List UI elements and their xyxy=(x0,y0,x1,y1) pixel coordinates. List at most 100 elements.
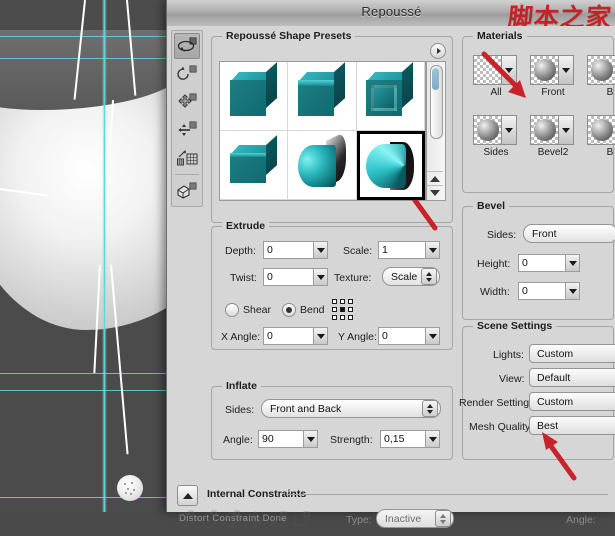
material-swatch-all[interactable] xyxy=(473,55,517,85)
depth-input[interactable] xyxy=(263,241,313,259)
bevel-group: Bevel Sides: Front Height: Width: xyxy=(462,200,615,320)
presets-flyout-menu-icon[interactable] xyxy=(430,43,446,59)
preset-item-5[interactable] xyxy=(288,131,357,200)
preset-scroll-down-icon[interactable] xyxy=(427,185,443,200)
anchor-point-widget[interactable] xyxy=(332,299,354,321)
internal-constraints-collapse-icon[interactable] xyxy=(177,485,198,506)
material-dropdown-all-icon[interactable] xyxy=(502,56,516,84)
x-angle-input[interactable] xyxy=(263,327,313,345)
material-swatch-sides[interactable] xyxy=(473,115,517,145)
material-thumb-sides[interactable] xyxy=(474,116,502,144)
bend-radio-dot-icon[interactable] xyxy=(282,303,296,317)
preset-item-2[interactable] xyxy=(288,62,357,131)
preset-scroll-up-icon[interactable] xyxy=(427,171,443,186)
preset-item-4[interactable] xyxy=(220,131,289,200)
shear-radio-dot-icon[interactable] xyxy=(225,303,239,317)
material-thumb-back[interactable] xyxy=(588,116,615,144)
scale-field[interactable] xyxy=(378,241,440,259)
preset-scrollbar-thumb[interactable] xyxy=(430,65,443,139)
constraint-scale-icon[interactable] xyxy=(269,509,289,529)
lights-label: Lights: xyxy=(493,349,524,361)
bevel-width-stepper-icon[interactable] xyxy=(565,282,580,300)
view-button[interactable]: Default xyxy=(529,368,615,387)
preset-item-1[interactable] xyxy=(220,62,289,131)
slide-mesh-tool-icon[interactable] xyxy=(174,117,200,143)
material-label-sides: Sides xyxy=(483,147,509,158)
material-item-all[interactable]: All xyxy=(473,55,519,98)
render-settings-button[interactable]: Custom xyxy=(529,392,615,411)
constraint-transform-icon[interactable] xyxy=(292,509,312,529)
material-item-bevel1[interactable]: B xyxy=(587,55,615,98)
inflate-sides-popup[interactable]: Front and Back xyxy=(261,399,441,418)
material-thumb-front[interactable] xyxy=(531,56,559,84)
material-item-back[interactable]: B xyxy=(587,115,615,158)
view-label: View: xyxy=(499,373,525,385)
y-angle-stepper-icon[interactable] xyxy=(425,327,440,345)
y-angle-field[interactable] xyxy=(378,327,440,345)
material-thumb-bevel2[interactable] xyxy=(531,116,559,144)
constraint-rotate-icon[interactable] xyxy=(223,509,243,529)
lights-button[interactable]: Custom xyxy=(529,344,615,363)
material-item-sides[interactable]: Sides xyxy=(473,115,519,158)
pan-mesh-tool-icon[interactable] xyxy=(174,89,200,115)
material-swatch-back[interactable] xyxy=(587,115,615,145)
dialog-titlebar[interactable]: Repoussé 脚本之家 www.jb51.net xyxy=(167,0,615,27)
constraint-type-arrows-icon[interactable] xyxy=(435,510,451,527)
scale-stepper-icon[interactable] xyxy=(425,241,440,259)
bevel-height-field[interactable] xyxy=(518,254,580,272)
inflate-angle-field[interactable] xyxy=(258,430,318,448)
mesh-quality-button[interactable]: Best xyxy=(529,416,615,435)
bevel-height-input[interactable] xyxy=(518,254,565,272)
y-angle-input[interactable] xyxy=(378,327,425,345)
twist-stepper-icon[interactable] xyxy=(313,268,328,286)
render-settings-label: Render Settings: xyxy=(459,397,538,409)
inflate-angle-stepper-icon[interactable] xyxy=(303,430,318,448)
inflate-strength-input[interactable] xyxy=(380,430,425,448)
constraint-move-icon[interactable] xyxy=(246,509,266,529)
constraint-drag-icon[interactable] xyxy=(200,509,220,529)
inflate-strength-field[interactable] xyxy=(380,430,440,448)
material-swatch-front[interactable] xyxy=(530,55,574,85)
material-item-bevel2[interactable]: Bevel2 xyxy=(530,115,576,158)
material-dropdown-bevel2-icon[interactable] xyxy=(559,116,573,144)
depth-stepper-icon[interactable] xyxy=(313,241,328,259)
roll-mesh-tool-icon[interactable] xyxy=(174,61,200,87)
material-dropdown-front-icon[interactable] xyxy=(559,56,573,84)
bevel-width-field[interactable] xyxy=(518,282,580,300)
bevel-height-stepper-icon[interactable] xyxy=(565,254,580,272)
materials-title: Materials xyxy=(473,30,527,42)
twist-field[interactable] xyxy=(263,268,328,286)
guide-vertical xyxy=(104,0,105,512)
material-dropdown-sides-icon[interactable] xyxy=(502,116,516,144)
texture-popup[interactable]: Scale xyxy=(382,267,440,286)
bend-radio[interactable]: Bend xyxy=(282,303,325,317)
preset-item-3[interactable] xyxy=(356,62,425,131)
x-angle-field[interactable] xyxy=(263,327,328,345)
bend-label: Bend xyxy=(300,304,325,316)
constraint-select-icon[interactable] xyxy=(177,509,197,529)
scene-settings-title: Scene Settings xyxy=(473,320,557,332)
depth-field[interactable] xyxy=(263,241,328,259)
bevel-width-input[interactable] xyxy=(518,282,565,300)
x-angle-stepper-icon[interactable] xyxy=(313,327,328,345)
texture-popup-arrows-icon[interactable] xyxy=(421,268,437,285)
scale-input[interactable] xyxy=(378,241,425,259)
twist-input[interactable] xyxy=(263,268,313,286)
material-item-front[interactable]: Front xyxy=(530,55,576,98)
shear-radio[interactable]: Shear xyxy=(225,303,271,317)
scale-mesh-tool-icon[interactable] xyxy=(174,145,200,171)
material-swatch-bevel1[interactable] xyxy=(587,55,615,85)
inflate-sides-arrows-icon[interactable] xyxy=(422,400,438,417)
constraint-angle-label: Angle: xyxy=(566,514,596,526)
material-thumb-all[interactable] xyxy=(474,56,502,84)
rotate-mesh-tool-icon[interactable] xyxy=(174,33,200,59)
preset-item-6[interactable] xyxy=(356,131,425,200)
inflate-angle-input[interactable] xyxy=(258,430,303,448)
material-swatch-bevel2[interactable] xyxy=(530,115,574,145)
twist-label: Twist: xyxy=(230,272,257,284)
preset-scrollbar[interactable] xyxy=(426,61,446,201)
inflate-strength-stepper-icon[interactable] xyxy=(425,430,440,448)
mesh-object-tool-icon[interactable] xyxy=(174,178,200,204)
material-thumb-bevel1[interactable] xyxy=(588,56,615,84)
bevel-sides-popup[interactable]: Front xyxy=(523,224,615,243)
